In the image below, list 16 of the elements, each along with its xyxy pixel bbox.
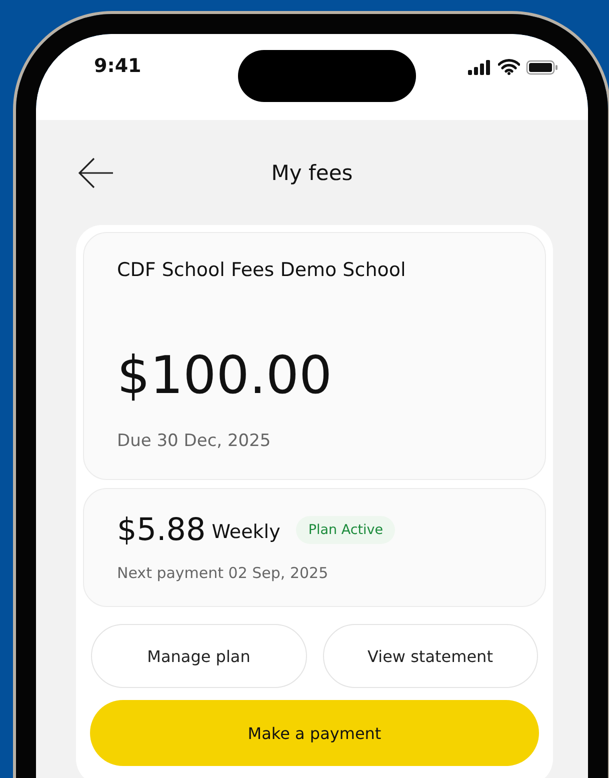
plan-frequency: Weekly: [212, 521, 280, 543]
page-title: My fees: [271, 160, 353, 184]
fee-amount: $100.00: [117, 345, 332, 408]
school-name: CDF School Fees Demo School: [117, 258, 406, 283]
due-date: Due 30 Dec, 2025: [117, 430, 271, 453]
status-time: 9:41: [94, 55, 142, 77]
signal-icon: [468, 60, 492, 74]
next-payment: Next payment 02 Sep, 2025: [117, 563, 328, 584]
wifi-icon: [498, 59, 520, 75]
plan-status-badge: Plan Active: [296, 516, 396, 544]
plan-amount: $5.88: [117, 512, 206, 548]
manage-plan-button[interactable]: Manage plan: [91, 624, 306, 688]
battery-icon: [526, 60, 558, 74]
statement-button[interactable]: View statement: [322, 624, 538, 688]
back-arrow-icon[interactable]: [78, 156, 114, 188]
payment-button[interactable]: Make a payment: [90, 700, 539, 766]
